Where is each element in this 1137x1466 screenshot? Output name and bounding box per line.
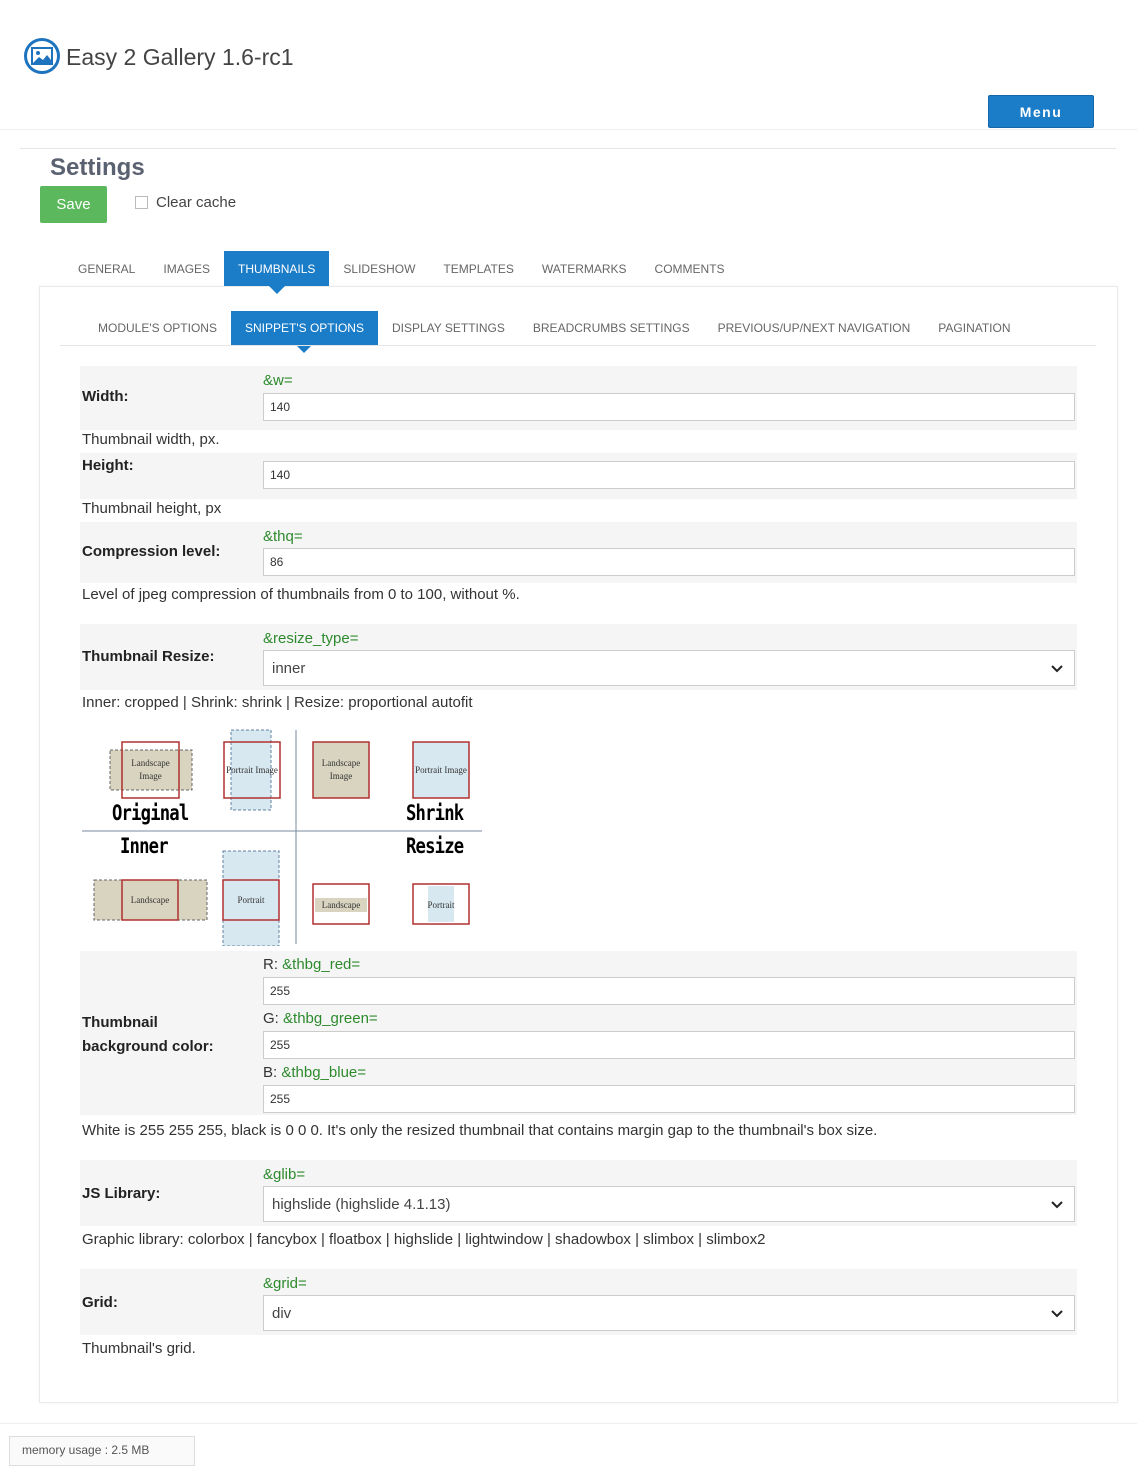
subtab-divider — [60, 345, 1096, 346]
height-row: Height: 140 — [80, 453, 1077, 499]
bgcolor-blue-input[interactable]: 255 — [263, 1085, 1075, 1113]
jslib-row: JS Library: &glib= highslide (highslide … — [80, 1160, 1077, 1226]
width-param: &w= — [263, 372, 293, 389]
footer-divider — [0, 1423, 1137, 1424]
resize-param: &resize_type= — [263, 630, 359, 647]
subtab-modules-options[interactable]: MODULE'S OPTIONS — [84, 311, 231, 345]
diagram-landscape-image: Landscape Image — [131, 758, 170, 781]
diagram-portrait-image: Portrait Image — [226, 764, 278, 775]
subtab-display-settings[interactable]: DISPLAY SETTINGS — [378, 311, 519, 345]
grid-desc: Thumbnail's grid. — [82, 1340, 196, 1357]
compression-param: &thq= — [263, 528, 303, 545]
tab-slideshow[interactable]: SLIDESHOW — [329, 251, 429, 286]
bgcolor-blue-param: &thbg_blue= — [281, 1064, 367, 1081]
diagram-resize-portrait: Portrait — [427, 899, 455, 910]
bgcolor-red-input[interactable]: 255 — [263, 977, 1075, 1005]
jslib-desc: Graphic library: colorbox | fancybox | f… — [82, 1231, 766, 1248]
bgcolor-green-input[interactable]: 255 — [263, 1031, 1075, 1059]
compression-row: Compression level: &thq= 86 — [80, 522, 1077, 583]
resize-row: Thumbnail Resize: &resize_type= inner — [80, 624, 1077, 690]
grid-param: &grid= — [263, 1275, 307, 1292]
resize-select-value: inner — [272, 659, 306, 677]
grid-label: Grid: — [82, 1294, 118, 1311]
diagram-shrink-landscape-image: Landscape Image — [321, 758, 361, 781]
tab-templates[interactable]: TEMPLATES — [429, 251, 527, 286]
diagram-resize-landscape: Landscape — [321, 899, 361, 910]
save-button[interactable]: Save — [40, 186, 107, 223]
diagram-label-original: Original — [112, 801, 189, 825]
memory-usage: memory usage : 2.5 MB — [9, 1436, 195, 1466]
chevron-down-icon — [1051, 1310, 1063, 1318]
main-tabs: GENERAL IMAGES THUMBNAILS SLIDESHOW TEMP… — [64, 251, 739, 294]
app-header: Easy 2 Gallery 1.6-rc1 Menu — [0, 0, 1137, 130]
bgcolor-red-param: &thbg_red= — [282, 956, 361, 973]
width-input[interactable]: 140 — [263, 393, 1075, 421]
resize-desc: Inner: cropped | Shrink: shrink | Resize… — [82, 694, 473, 711]
tab-watermarks[interactable]: WATERMARKS — [528, 251, 641, 286]
jslib-select[interactable]: highslide (highslide 4.1.13) — [263, 1186, 1075, 1222]
tab-thumbnails[interactable]: THUMBNAILS — [224, 251, 330, 294]
subtab-pagination[interactable]: PAGINATION — [924, 311, 1024, 345]
diagram-label-resize: Resize — [406, 834, 464, 858]
diagram-label-inner: Inner — [120, 834, 169, 858]
app-title: Easy 2 Gallery 1.6-rc1 — [66, 44, 294, 70]
height-desc: Thumbnail height, px — [82, 500, 222, 517]
jslib-param: &glib= — [263, 1166, 306, 1183]
bgcolor-blue-prefix: B: — [263, 1064, 278, 1081]
menu-button[interactable]: Menu — [988, 95, 1094, 128]
bgcolor-green-param-line: G: &thbg_green= — [263, 1010, 378, 1027]
bgcolor-red-prefix: R: — [263, 956, 278, 973]
bgcolor-green-prefix: G: — [263, 1010, 279, 1027]
diagram-shrink-portrait-image: Portrait Image — [415, 764, 467, 775]
image-icon — [24, 38, 60, 74]
width-row: Width: &w= 140 — [80, 366, 1077, 430]
page-title: Settings — [50, 154, 145, 181]
resize-select[interactable]: inner — [263, 650, 1075, 686]
width-label: Width: — [82, 388, 129, 405]
bgcolor-label-line1: Thumbnail — [82, 1014, 158, 1031]
grid-select-value: div — [272, 1304, 292, 1322]
bgcolor-label-line2: background color: — [82, 1038, 214, 1055]
bgcolor-red-param-line: R: &thbg_red= — [263, 956, 360, 973]
diagram-label-shrink: Shrink — [406, 801, 464, 825]
compression-input[interactable]: 86 — [263, 548, 1075, 576]
subtab-snippets-options[interactable]: SNIPPET'S OPTIONS — [230, 311, 378, 353]
subtab-navigation[interactable]: PREVIOUS/UP/NEXT NAVIGATION — [704, 311, 925, 345]
clear-cache-toggle[interactable]: Clear cache — [135, 194, 236, 211]
bgcolor-green-param: &thbg_green= — [283, 1010, 378, 1027]
tab-general[interactable]: GENERAL — [64, 251, 149, 286]
grid-select[interactable]: div — [263, 1295, 1075, 1331]
compression-desc: Level of jpeg compression of thumbnails … — [82, 586, 520, 603]
diagram-inner-portrait: Portrait — [237, 894, 265, 905]
clear-cache-checkbox[interactable] — [135, 196, 148, 209]
chevron-down-icon — [1051, 1201, 1063, 1209]
tab-images[interactable]: IMAGES — [149, 251, 224, 286]
bgcolor-blue-param-line: B: &thbg_blue= — [263, 1064, 366, 1081]
jslib-label: JS Library: — [82, 1185, 161, 1202]
height-label: Height: — [82, 457, 134, 474]
diagram-inner-landscape: Landscape — [130, 894, 170, 905]
width-desc: Thumbnail width, px. — [82, 431, 220, 448]
tab-comments[interactable]: COMMENTS — [641, 251, 739, 286]
chevron-down-icon — [1051, 665, 1063, 673]
sub-tabs: MODULE'S OPTIONS SNIPPET'S OPTIONS DISPL… — [84, 311, 1025, 353]
jslib-select-value: highslide (highslide 4.1.13) — [272, 1195, 451, 1213]
compression-label: Compression level: — [82, 543, 221, 560]
subtab-breadcrumbs-settings[interactable]: BREADCRUMBS SETTINGS — [519, 311, 704, 345]
divider — [20, 148, 1116, 149]
resize-label: Thumbnail Resize: — [82, 648, 215, 665]
clear-cache-label: Clear cache — [156, 194, 237, 211]
bgcolor-desc: White is 255 255 255, black is 0 0 0. It… — [82, 1122, 878, 1139]
bgcolor-row: Thumbnail background color: R: &thbg_red… — [80, 951, 1077, 1115]
height-input[interactable]: 140 — [263, 461, 1075, 489]
resize-diagram: Landscape Image Portrait Image Landscape… — [82, 728, 482, 946]
bgcolor-label: Thumbnail background color: — [82, 1011, 214, 1059]
grid-row: Grid: &grid= div — [80, 1269, 1077, 1335]
